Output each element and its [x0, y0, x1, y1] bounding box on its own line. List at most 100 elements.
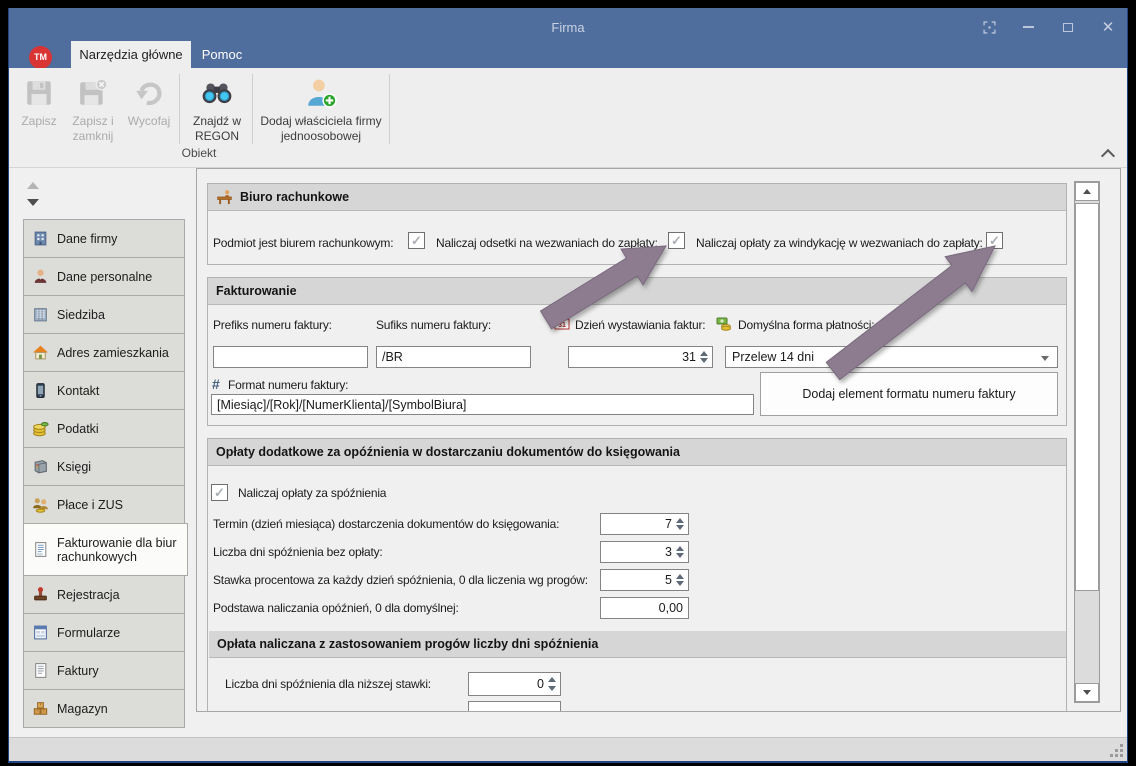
group-title: Fakturowanie	[216, 284, 297, 298]
scrollbar-up-button[interactable]	[1075, 182, 1099, 201]
close-button[interactable]: ✕	[1095, 18, 1121, 36]
podmiot-biuro-checkbox[interactable]: ✓	[408, 232, 425, 249]
boxes-icon	[32, 700, 49, 717]
binoculars-icon	[183, 78, 251, 114]
sidebar-item-label: Dane personalne	[57, 270, 152, 284]
sidebar-item-dane-personalne[interactable]: Dane personalne	[23, 257, 185, 296]
spinner-up-down-icon[interactable]	[676, 570, 685, 590]
sidebar-item-rejestracja[interactable]: Rejestracja	[23, 575, 185, 614]
scroll-up-icon	[1083, 189, 1091, 194]
tab-narzedzia-glowne[interactable]: Narzędzia główne	[71, 41, 191, 68]
sidebar-item-ksiegi[interactable]: Księgi	[23, 447, 185, 486]
save-and-close-button[interactable]: Zapisz i zamknij	[65, 72, 121, 200]
spinner-up-down-icon[interactable]	[676, 514, 685, 534]
chevron-down-icon	[1041, 356, 1049, 361]
spinner-up-down-icon[interactable]	[548, 673, 557, 695]
scrollbar-thumb[interactable]	[1075, 203, 1099, 591]
podstawa-input[interactable]: 0,00	[600, 597, 689, 619]
sidebar-scroll-up-icon[interactable]	[27, 182, 39, 189]
save-icon	[15, 78, 63, 114]
row-label: Podstawa naliczania opóźnień, 0 dla domy…	[213, 601, 459, 615]
group-header: Fakturowanie	[208, 278, 1066, 305]
sidebar-item-adres-zamieszkania[interactable]: Adres zamieszkania	[23, 333, 185, 372]
sidebar-item-fakturowanie-dla-biur[interactable]: Fakturowanie dla biur rachunkowych	[23, 523, 188, 576]
coins-icon	[32, 420, 49, 437]
naliczaj-odsetki-checkbox[interactable]: ✓	[668, 232, 685, 249]
undo-button[interactable]: Wycofaj	[123, 72, 175, 200]
format-numeru-input[interactable]	[211, 394, 754, 415]
sidebar-item-place-i-zus[interactable]: Płace i ZUS	[23, 485, 185, 524]
book-icon	[32, 458, 49, 475]
sidebar-item-faktury[interactable]: Faktury	[23, 651, 185, 690]
focus-mode-icon[interactable]	[976, 18, 1002, 36]
sidebar-item-label: Dane firmy	[57, 232, 117, 246]
sidebar-item-label: Płace i ZUS	[57, 498, 123, 512]
stamp-icon	[32, 586, 49, 603]
prefiks-input[interactable]	[213, 346, 368, 368]
group-fakturowanie: Fakturowanie Prefiks numeru faktury: Suf…	[207, 277, 1067, 426]
dni-bez-oplaty-spinner[interactable]: 3	[600, 541, 689, 563]
ribbon-separator	[389, 74, 390, 144]
status-bar	[9, 737, 1127, 762]
sidebar-item-kontakt[interactable]: Kontakt	[23, 371, 185, 410]
spinner-value: 31	[682, 347, 696, 367]
phone-icon	[32, 382, 49, 399]
sidebar-item-formularze[interactable]: Formularze	[23, 613, 185, 652]
sufiks-input[interactable]	[376, 346, 531, 368]
subsection-header: Opłata naliczana z zastosowaniem progów …	[209, 631, 1066, 658]
checkbox-label: Naliczaj opłaty za spóźnienia	[238, 486, 386, 500]
sidebar-item-label: Podatki	[57, 422, 99, 436]
dropdown-value: Przelew 14 dni	[732, 347, 814, 367]
spinner-up-down-icon[interactable]	[676, 542, 685, 562]
naliczaj-windykacja-checkbox[interactable]: ✓	[986, 232, 1003, 249]
naliczaj-oplaty-spoznienia-checkbox[interactable]: ✓	[211, 484, 228, 501]
person-icon	[32, 268, 49, 285]
termin-spinner[interactable]: 7	[600, 513, 689, 535]
group-header: Opłaty dodatkowe za opóźnienia w dostarc…	[208, 439, 1066, 466]
sufiks-label: Sufiks numeru faktury:	[376, 318, 491, 332]
save-button[interactable]: Zapisz	[15, 72, 63, 200]
sidebar-item-podatki[interactable]: Podatki	[23, 409, 185, 448]
house-icon	[32, 344, 49, 361]
dzien-spinner[interactable]: 31	[568, 346, 713, 368]
app-window: Firma ✕ TM Narzędzia główne Pomoc Zapisz	[8, 8, 1128, 763]
ribbon-group-label: Obiekt	[169, 146, 229, 160]
app-logo[interactable]: TM	[29, 46, 52, 69]
sidebar-item-siedziba[interactable]: Siedziba	[23, 295, 185, 334]
sidebar-item-label: Kontakt	[57, 384, 99, 398]
maximize-icon	[1063, 23, 1073, 32]
spinner-up-down-icon[interactable]	[700, 347, 709, 367]
sidebar-scroll-down-icon[interactable]	[27, 199, 39, 206]
sidebar-item-dane-firmy[interactable]: Dane firmy	[23, 219, 185, 258]
spinner-value: 7	[665, 514, 672, 534]
group-title: Biuro rachunkowe	[240, 190, 349, 204]
ribbon-button-label: Dodaj właściciela firmy jednoosobowej	[260, 114, 381, 143]
form-icon	[32, 624, 49, 641]
ribbon-separator	[179, 74, 180, 144]
stawka-procentowa-spinner[interactable]: 5	[600, 569, 689, 591]
ribbon-button-label: Wycofaj	[128, 114, 171, 128]
spinner-value: 3	[665, 542, 672, 562]
forma-platnosci-dropdown[interactable]: Przelew 14 dni	[725, 346, 1058, 368]
save-close-icon	[65, 78, 121, 114]
dni-nizszej-stawki-spinner[interactable]: 0	[468, 672, 561, 696]
format-label: Format numeru faktury:	[228, 378, 348, 392]
row-label: Liczba dni spóźnienia bez opłaty:	[213, 545, 383, 559]
tab-pomoc[interactable]: Pomoc	[191, 41, 253, 68]
clipped-next-spinner[interactable]	[468, 701, 561, 712]
sidebar-item-label: Faktury	[57, 664, 99, 678]
vertical-scrollbar[interactable]	[1074, 181, 1100, 703]
dodaj-element-formatu-button[interactable]: Dodaj element formatu numeru faktury	[760, 372, 1058, 416]
group-biuro-rachunkowe: Biuro rachunkowe Podmiot jest biurem rac…	[207, 183, 1067, 265]
collapse-ribbon-chevron[interactable]	[1101, 149, 1115, 163]
sidebar-item-magazyn[interactable]: Magazyn	[23, 689, 185, 728]
group-title: Opłaty dodatkowe za opóźnienia w dostarc…	[216, 445, 680, 459]
document-icon	[32, 662, 49, 679]
minimize-icon	[1023, 26, 1034, 28]
sidebar-item-label: Rejestracja	[57, 588, 120, 602]
hash-icon: #	[212, 376, 220, 392]
minimize-button[interactable]	[1015, 18, 1041, 36]
scrollbar-down-button[interactable]	[1075, 683, 1099, 702]
resize-grip[interactable]	[1109, 743, 1123, 757]
maximize-button[interactable]	[1055, 18, 1081, 36]
